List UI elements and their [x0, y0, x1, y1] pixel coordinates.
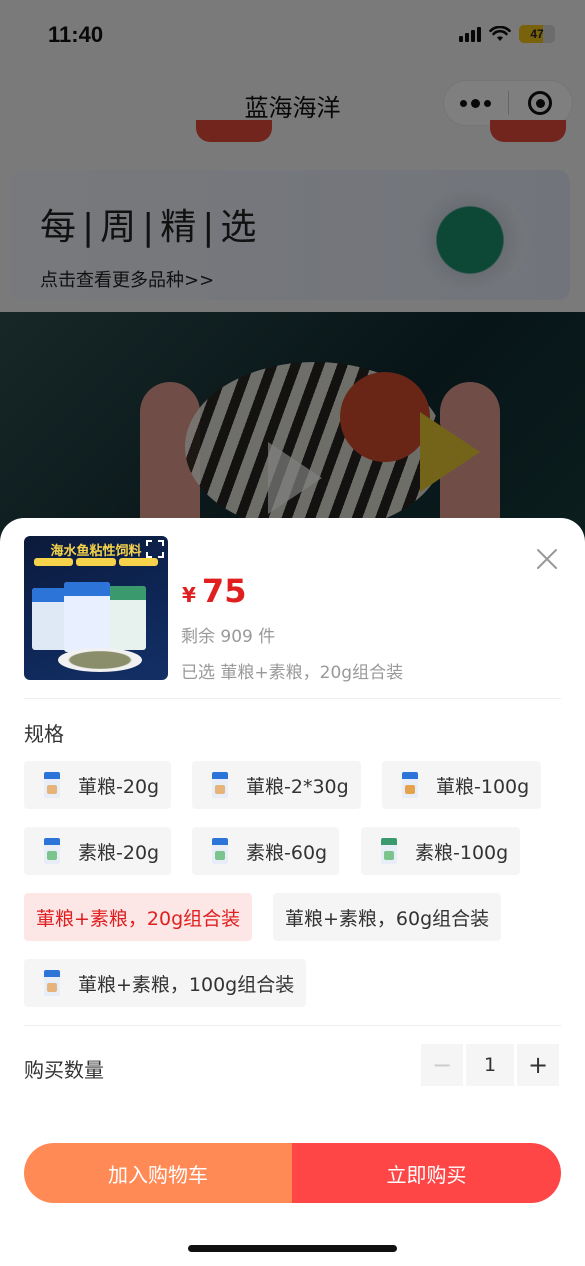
currency-symbol: ¥: [182, 583, 196, 607]
spec-option-label: 素粮-60g: [246, 841, 328, 864]
spec-option-chip[interactable]: 莗粮-2*30g: [192, 761, 361, 809]
spec-option-chip[interactable]: 莗粮-100g: [382, 761, 542, 809]
battery-level: 47: [530, 27, 544, 41]
spec-option-label: 莗粮-100g: [436, 775, 530, 798]
spec-thumbnail: [204, 769, 236, 801]
quantity-value[interactable]: 1: [466, 1044, 514, 1086]
spec-thumbnail: [373, 835, 405, 867]
spec-option-label: 莗粮+素粮，100g组合装: [78, 973, 295, 996]
divider: [24, 1025, 561, 1026]
spec-option-label: 素粮-100g: [415, 841, 509, 864]
price: ¥75: [182, 572, 246, 610]
spec-option-label: 莗粮-20g: [78, 775, 160, 798]
divider: [24, 698, 561, 699]
price-value: 75: [201, 572, 247, 610]
spec-option-label: 莗粮+素粮，60g组合装: [285, 907, 490, 930]
quantity-label: 购买数量: [24, 1058, 104, 1082]
action-bar: 加入购物车 立即购买: [24, 1143, 561, 1203]
expand-icon[interactable]: [146, 540, 164, 558]
increase-quantity-button[interactable]: +: [517, 1044, 559, 1086]
spec-thumbnail: [36, 835, 68, 867]
spec-option-chip[interactable]: 素粮-100g: [361, 827, 521, 875]
spec-option-label: 素粮-20g: [78, 841, 160, 864]
spec-option-label: 莗粮+素粮，20g组合装: [36, 907, 241, 930]
quantity-stepper: − 1 +: [421, 1044, 560, 1086]
buy-now-button[interactable]: 立即购买: [292, 1143, 561, 1203]
spec-option-chip[interactable]: 莗粮+素粮，60g组合装: [273, 893, 502, 941]
selected-spec-text: 已选 莗粮+素粮，20g组合装: [181, 663, 404, 683]
spec-option-chip[interactable]: 素粮-60g: [192, 827, 340, 875]
spec-thumbnail: [394, 769, 426, 801]
close-icon[interactable]: [536, 548, 558, 570]
spec-thumbnail: [204, 835, 236, 867]
spec-thumbnail: [36, 769, 68, 801]
spec-thumbnail: [36, 967, 68, 999]
spec-option-chip[interactable]: 莗粮-20g: [24, 761, 172, 809]
stock-text: 剩余 909 件: [181, 627, 276, 647]
spec-option-chip[interactable]: 莗粮+素粮，100g组合装: [24, 959, 307, 1007]
sku-selector-sheet: 海水鱼粘性饲料 ¥75 剩余 909 件 已选 莗粮+素粮，20g组合装 规格 …: [0, 518, 585, 1266]
home-indicator: [188, 1245, 397, 1252]
spec-option-label: 莗粮-2*30g: [246, 775, 349, 798]
product-thumbnail[interactable]: 海水鱼粘性饲料: [24, 536, 168, 680]
add-to-cart-button[interactable]: 加入购物车: [24, 1143, 292, 1203]
spec-option-chip[interactable]: 素粮-20g: [24, 827, 172, 875]
decrease-quantity-button[interactable]: −: [421, 1044, 463, 1086]
spec-option-chip-selected[interactable]: 莗粮+素粮，20g组合装: [24, 893, 253, 941]
spec-label: 规格: [24, 722, 64, 746]
